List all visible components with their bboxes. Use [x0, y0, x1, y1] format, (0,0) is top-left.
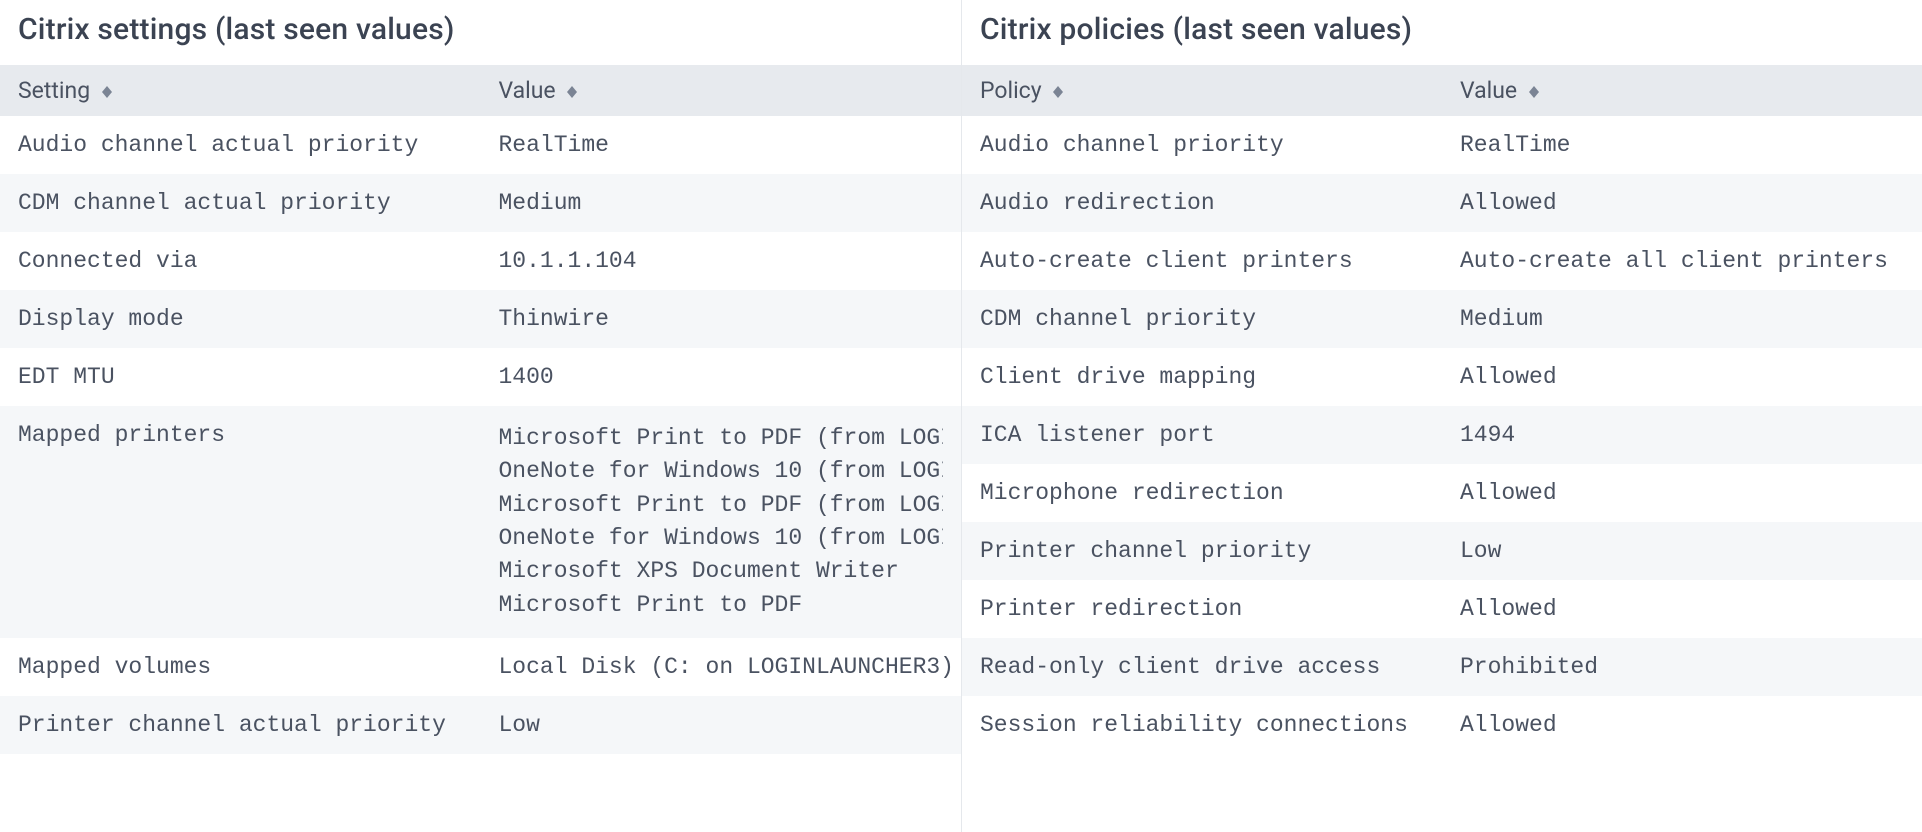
- row-value: RealTime: [1442, 116, 1922, 174]
- row-value-line: OneNote for Windows 10 (from LOGINLAUNCH…: [499, 522, 944, 555]
- row-value: Prohibited: [1442, 638, 1922, 696]
- table-row: Connected via10.1.1.104: [0, 232, 961, 290]
- row-key: Mapped volumes: [0, 638, 481, 696]
- settings-col-key[interactable]: Setting: [0, 65, 481, 116]
- row-key: EDT MTU: [0, 348, 481, 406]
- table-row: Microphone redirectionAllowed: [962, 464, 1922, 522]
- settings-col-value[interactable]: Value: [481, 65, 962, 116]
- row-value: Medium: [1442, 290, 1922, 348]
- row-key: Audio channel priority: [962, 116, 1442, 174]
- table-row: Printer channel actual priorityLow: [0, 696, 961, 754]
- row-key: Printer channel priority: [962, 522, 1442, 580]
- row-key: Client drive mapping: [962, 348, 1442, 406]
- row-key: Microphone redirection: [962, 464, 1442, 522]
- row-key: ICA listener port: [962, 406, 1442, 464]
- row-value-line: Microsoft Print to PDF: [499, 589, 944, 622]
- row-key: Session reliability connections: [962, 696, 1442, 754]
- row-value: Allowed: [1442, 348, 1922, 406]
- row-value: Auto-create all client printers: [1442, 232, 1922, 290]
- table-row: CDM channel priorityMedium: [962, 290, 1922, 348]
- table-row: Audio channel actual priorityRealTime: [0, 116, 961, 174]
- row-value: Low: [481, 696, 962, 754]
- row-value: 10.1.1.104: [481, 232, 962, 290]
- row-value-line: Microsoft Print to PDF (from LOGINLAUNCH…: [499, 422, 944, 455]
- row-value: Allowed: [1442, 580, 1922, 638]
- settings-tbody: Audio channel actual priorityRealTimeCDM…: [0, 116, 961, 754]
- policies-col-value[interactable]: Value: [1442, 65, 1922, 116]
- row-value-line: OneNote for Windows 10 (from LOGINLAUNCH…: [499, 455, 944, 488]
- row-value: Medium: [481, 174, 962, 232]
- policies-tbody: Audio channel priorityRealTimeAudio redi…: [962, 116, 1922, 754]
- row-key: Auto-create client printers: [962, 232, 1442, 290]
- settings-col-value-label: Value: [499, 77, 556, 104]
- row-value: 1494: [1442, 406, 1922, 464]
- row-key: CDM channel priority: [962, 290, 1442, 348]
- row-key: Connected via: [0, 232, 481, 290]
- table-row: Auto-create client printersAuto-create a…: [962, 232, 1922, 290]
- row-value: Allowed: [1442, 464, 1922, 522]
- table-row: Display modeThinwire: [0, 290, 961, 348]
- table-row: Audio redirectionAllowed: [962, 174, 1922, 232]
- table-row: EDT MTU1400: [0, 348, 961, 406]
- policies-table: Policy Value Audio ch: [962, 65, 1922, 754]
- row-value: Low: [1442, 522, 1922, 580]
- sort-icon: [1529, 86, 1539, 98]
- policies-panel: Citrix policies (last seen values) Polic…: [961, 0, 1922, 832]
- table-row: ICA listener port1494: [962, 406, 1922, 464]
- policies-col-key-label: Policy: [980, 77, 1042, 104]
- row-value: Microsoft Print to PDF (from LOGINLAUNCH…: [481, 406, 962, 638]
- table-row: Printer channel priorityLow: [962, 522, 1922, 580]
- row-key: CDM channel actual priority: [0, 174, 481, 232]
- settings-title: Citrix settings (last seen values): [0, 0, 961, 65]
- row-value-line: Microsoft XPS Document Writer: [499, 555, 944, 588]
- row-value: 1400: [481, 348, 962, 406]
- row-key: Display mode: [0, 290, 481, 348]
- table-row: CDM channel actual priorityMedium: [0, 174, 961, 232]
- row-value: RealTime: [481, 116, 962, 174]
- row-value: Thinwire: [481, 290, 962, 348]
- table-row: Read-only client drive accessProhibited: [962, 638, 1922, 696]
- table-row: Printer redirectionAllowed: [962, 580, 1922, 638]
- row-value: Allowed: [1442, 696, 1922, 754]
- row-value-line: Microsoft Print to PDF (from LOGINLAUNCH…: [499, 489, 944, 522]
- policies-col-value-label: Value: [1460, 77, 1517, 104]
- table-row: Client drive mappingAllowed: [962, 348, 1922, 406]
- row-key: Audio redirection: [962, 174, 1442, 232]
- table-row: Session reliability connectionsAllowed: [962, 696, 1922, 754]
- row-key: Read-only client drive access: [962, 638, 1442, 696]
- sort-icon: [567, 86, 577, 98]
- table-row: Mapped printers Microsoft Print to PDF (f…: [0, 406, 961, 638]
- sort-icon: [102, 86, 112, 98]
- table-row: Audio channel priorityRealTime: [962, 116, 1922, 174]
- row-key: Printer redirection: [962, 580, 1442, 638]
- sort-icon: [1053, 86, 1063, 98]
- row-key: Audio channel actual priority: [0, 116, 481, 174]
- policies-col-key[interactable]: Policy: [962, 65, 1442, 116]
- policies-title: Citrix policies (last seen values): [962, 0, 1922, 65]
- settings-col-key-label: Setting: [18, 77, 90, 104]
- row-key: Mapped printers: [0, 406, 481, 638]
- row-key: Printer channel actual priority: [0, 696, 481, 754]
- row-value: Allowed: [1442, 174, 1922, 232]
- settings-panel: Citrix settings (last seen values) Setti…: [0, 0, 961, 832]
- table-row: Mapped volumesLocal Disk (C: on LOGINLAU…: [0, 638, 961, 696]
- settings-table: Setting Value Audio c: [0, 65, 961, 754]
- row-value: Local Disk (C: on LOGINLAUNCHER3): [481, 638, 962, 696]
